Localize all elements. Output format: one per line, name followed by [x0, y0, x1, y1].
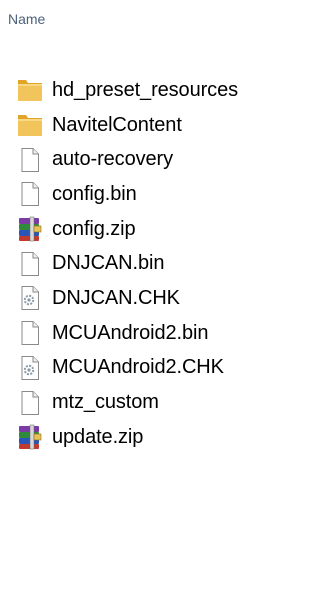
- list-item-dnjcan-chk[interactable]: DNJCAN.CHK: [0, 281, 307, 316]
- file-name: MCUAndroid2.CHK: [52, 356, 224, 379]
- folder-icon: [16, 77, 44, 103]
- list-item-mtz-custom[interactable]: mtz_custom: [0, 385, 307, 420]
- list-item-auto-recovery[interactable]: auto-recovery: [0, 142, 307, 177]
- list-item-mcuandroid2-chk[interactable]: MCUAndroid2.CHK: [0, 351, 307, 386]
- system-file-icon: [16, 355, 44, 381]
- list-item-update-zip[interactable]: update.zip: [0, 420, 307, 455]
- archive-icon: [16, 424, 44, 450]
- folder-icon: [16, 112, 44, 138]
- file-name: update.zip: [52, 425, 144, 448]
- list-item-config-zip[interactable]: config.zip: [0, 212, 307, 247]
- file-icon: [16, 320, 44, 346]
- list-item-mcuandroid2-bin[interactable]: MCUAndroid2.bin: [0, 316, 307, 351]
- file-name: DNJCAN.CHK: [52, 286, 180, 309]
- file-name: config.zip: [52, 217, 136, 240]
- file-icon: [16, 390, 44, 416]
- file-name: hd_preset_resources: [52, 78, 238, 101]
- file-name: auto-recovery: [52, 148, 173, 171]
- name-column-header[interactable]: Name: [8, 11, 45, 27]
- file-list: hd_preset_resources NavitelContent auto-…: [0, 73, 307, 455]
- list-item-hd-preset-resources[interactable]: hd_preset_resources: [0, 73, 307, 108]
- archive-icon: [16, 216, 44, 242]
- file-icon: [16, 251, 44, 277]
- file-icon: [16, 181, 44, 207]
- file-name: mtz_custom: [52, 391, 159, 414]
- system-file-icon: [16, 285, 44, 311]
- list-item-config-bin[interactable]: config.bin: [0, 177, 307, 212]
- list-item-navitelcontent[interactable]: NavitelContent: [0, 108, 307, 143]
- file-icon: [16, 147, 44, 173]
- file-name: config.bin: [52, 182, 137, 205]
- file-name: MCUAndroid2.bin: [52, 321, 209, 344]
- file-name: NavitelContent: [52, 113, 182, 136]
- file-name: DNJCAN.bin: [52, 252, 165, 275]
- list-item-dnjcan-bin[interactable]: DNJCAN.bin: [0, 246, 307, 281]
